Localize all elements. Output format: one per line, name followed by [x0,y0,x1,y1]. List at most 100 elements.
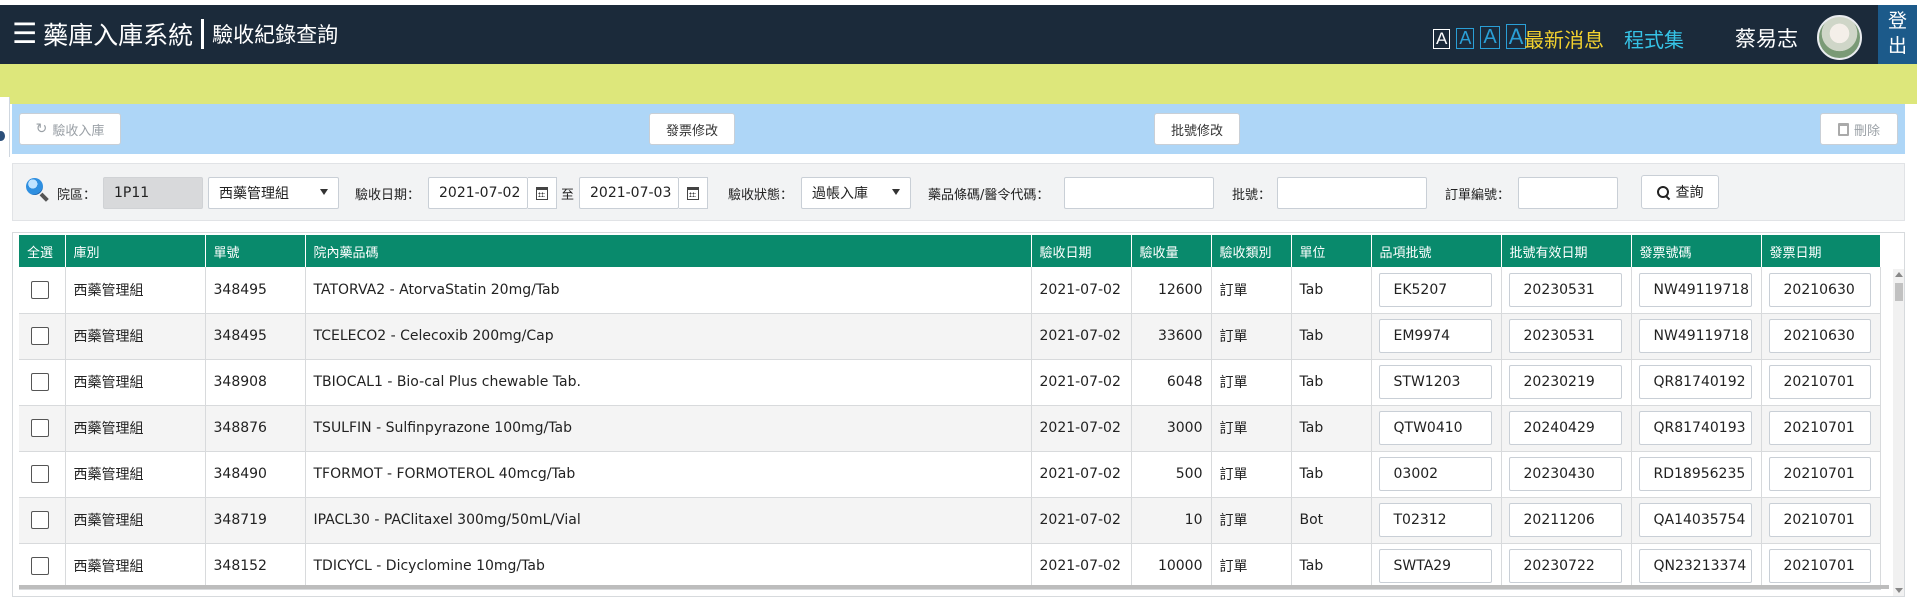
invoice-date-field[interactable]: 20210630 [1768,272,1871,307]
font-size-large-button[interactable]: A [1480,26,1500,50]
font-size-medium-button[interactable]: A [1456,28,1475,50]
invoice-no-field[interactable]: QA14035754 [1638,503,1752,537]
date-to-input[interactable]: 2021-07-03 [579,177,679,209]
vertical-scrollbar[interactable] [1893,269,1904,596]
search-magnifier-icon [26,178,50,202]
invoice-date-field[interactable]: 20210701 [1768,549,1871,583]
batch-edit-label: 批號修改 [1170,123,1223,139]
column-header[interactable]: 品項批號 [1371,235,1502,267]
row-checkbox[interactable] [31,511,49,529]
action-bar: ↻ 驗收入庫 發票修改 批號修改 刪除 [12,104,1905,154]
date-from-input[interactable]: 2021-07-02 [428,177,528,209]
expiry-field[interactable]: 20230722 [1508,549,1622,583]
order-label: 訂單編號： [1445,188,1511,203]
scroll-up-icon[interactable] [1895,272,1903,277]
column-header[interactable]: 驗收類別 [1211,235,1292,267]
scroll-thumb[interactable] [1895,283,1903,301]
batch-field[interactable]: STW1203 [1378,365,1492,399]
expiry-field[interactable]: 20230430 [1508,457,1622,491]
select-all-header[interactable]: 全選 [19,235,66,267]
invoice-edit-button[interactable]: 發票修改 [649,113,735,145]
programs-link[interactable]: 程式集 [1624,24,1684,53]
order-input[interactable] [1518,177,1618,209]
batch-field[interactable]: EK5207 [1378,272,1492,307]
calendar-icon [536,187,548,200]
type-cell: 訂單 [1211,451,1292,498]
font-size-small-button[interactable]: A [1433,29,1451,50]
column-header[interactable]: 發票號碼 [1631,235,1762,267]
user-name: 蔡易志 [1735,27,1798,51]
invoice-date-field[interactable]: 20210630 [1768,319,1871,353]
batch-field[interactable]: T02312 [1378,503,1492,537]
row-checkbox[interactable] [31,280,49,299]
scroll-down-icon[interactable] [1895,588,1903,593]
logout-button[interactable]: 登 出 [1878,5,1917,64]
query-button[interactable]: 查詢 [1641,175,1719,209]
invoice-no-field[interactable]: NW49119718 [1638,272,1752,307]
brand: ☰ 藥庫入庫系統 驗收紀錄查詢 [12,16,338,52]
search-icon [1656,185,1670,199]
horizontal-scrollbar[interactable] [19,585,1889,589]
avatar[interactable] [1817,15,1862,60]
receive-button[interactable]: ↻ 驗收入庫 [19,113,121,145]
invoice-no-field[interactable]: QN23213374 [1638,549,1752,583]
batch-field[interactable]: 03002 [1378,457,1492,491]
unit-cell: Tab [1291,451,1372,498]
delete-button[interactable]: 刪除 [1820,113,1898,145]
row-checkbox[interactable] [31,327,49,345]
drug-cell: TSULFIN - Sulfinpyrazone 100mg/Tab [305,405,1032,452]
batch-field[interactable]: QTW0410 [1378,411,1492,445]
date-to-calendar-button[interactable] [679,177,708,209]
invoice-no-field[interactable]: QR81740193 [1638,411,1752,445]
table-row[interactable]: 西藥管理組 348152 TDICYCL - Dicyclomine 10mg/… [19,543,1881,590]
order-no-cell: 348876 [205,405,306,452]
table-row[interactable]: 西藥管理組 348876 TSULFIN - Sulfinpyrazone 10… [19,405,1881,452]
invoice-no-field[interactable]: NW49119718 [1638,319,1752,353]
expiry-field[interactable]: 20230531 [1508,272,1622,307]
row-checkbox[interactable] [31,419,49,437]
invoice-date-field[interactable]: 20210701 [1768,411,1871,445]
row-checkbox[interactable] [31,465,49,483]
expiry-field[interactable]: 20211206 [1508,503,1622,537]
date-label: 驗收日期： [355,188,421,203]
column-header[interactable]: 單號 [205,235,306,267]
date-cell: 2021-07-02 [1031,543,1132,590]
group-select[interactable]: 西藥管理組 [208,177,339,209]
expiry-field[interactable]: 20230531 [1508,319,1622,353]
table-row[interactable]: 西藥管理組 348495 TATORVA2 - AtorvaStatin 20m… [19,267,1881,314]
expiry-field[interactable]: 20240429 [1508,411,1622,445]
table-row[interactable]: 西藥管理組 348495 TCELECO2 - Celecoxib 200mg/… [19,313,1881,360]
hamburger-menu-icon[interactable]: ☰ [12,20,37,48]
column-header[interactable]: 單位 [1291,235,1372,267]
table-row[interactable]: 西藥管理組 348490 TFORMOT - FORMOTEROL 40mcg/… [19,451,1881,498]
row-checkbox[interactable] [31,557,49,575]
status-select[interactable]: 過帳入庫 [801,177,911,209]
batch-field[interactable]: SWTA29 [1378,549,1492,583]
date-from-calendar-button[interactable] [528,177,557,209]
column-header[interactable]: 發票日期 [1761,235,1881,267]
invoice-no-field[interactable]: QR81740192 [1638,365,1752,399]
column-header[interactable]: 庫別 [65,235,206,267]
row-checkbox[interactable] [31,373,49,391]
drug-cell: TATORVA2 - AtorvaStatin 20mg/Tab [305,267,1032,314]
barcode-input[interactable] [1064,177,1214,209]
date-to-label: 至 [561,188,575,203]
filter-bar: 院區： 1P11 西藥管理組 驗收日期： 2021-07-02 至 2021-0… [12,163,1905,221]
order-no-cell: 348490 [205,451,306,498]
column-header[interactable]: 驗收量 [1131,235,1212,267]
column-header[interactable]: 批號有效日期 [1501,235,1632,267]
invoice-date-field[interactable]: 20210701 [1768,503,1871,537]
invoice-date-field[interactable]: 20210701 [1768,457,1871,491]
table-row[interactable]: 西藥管理組 348719 IPACL30 - PAClitaxel 300mg/… [19,497,1881,544]
table-row[interactable]: 西藥管理組 348908 TBIOCAL1 - Bio-cal Plus che… [19,359,1881,406]
batch-edit-button[interactable]: 批號修改 [1154,113,1240,145]
news-link[interactable]: 最新消息 [1524,24,1604,53]
side-drawer-handle[interactable] [0,97,10,157]
column-header[interactable]: 院內藥品碼 [305,235,1032,267]
column-header[interactable]: 驗收日期 [1031,235,1132,267]
invoice-date-field[interactable]: 20210701 [1768,365,1871,399]
batch-field[interactable]: EM9974 [1378,319,1492,353]
expiry-field[interactable]: 20230219 [1508,365,1622,399]
batch-input[interactable] [1277,177,1427,209]
invoice-no-field[interactable]: RD18956235 [1638,457,1752,491]
